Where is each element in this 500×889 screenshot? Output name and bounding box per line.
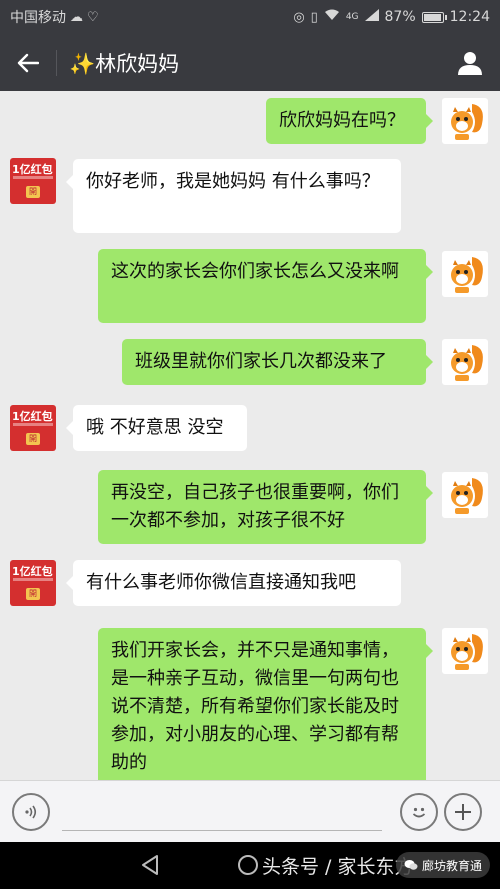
avatar-label: 1亿红包 [12,565,53,578]
avatar-label: 1亿红包 [12,410,53,423]
message-text: 班级里就你们家长几次都没来了 [135,351,387,372]
wechat-logo-icon [404,860,418,870]
squirrel-avatar-icon [451,478,483,514]
message-text: 我们开家长会，并不只是通知事情，是一种亲子互动，微信里一句两句也说不清楚，所有希… [111,640,399,773]
squirrel-avatar-icon [451,634,483,670]
message-list[interactable]: 欣欣妈妈在吗？ 1亿红包 開 你好老师，我是她妈妈 有什么事吗？ 这次的家长会你… [0,91,500,780]
message-bubble-self[interactable]: 这次的家长会你们家长怎么又没来啊 [98,249,433,323]
message-text: 这次的家长会你们家长怎么又没来啊 [111,261,399,282]
message-row: 班级里就你们家长几次都没来了 [0,335,500,391]
heart-icon: ♡ [87,9,99,25]
back-button[interactable] [0,34,56,91]
plus-icon [455,803,471,820]
message-bubble-self[interactable]: 我们开家长会，并不只是通知事情，是一种亲子互动，微信里一句两句也说不清楚，所有希… [98,628,433,780]
contact-avatar[interactable]: 1亿红包 開 [10,560,56,606]
contact-avatar[interactable]: 1亿红包 開 [10,158,56,204]
location-icon: ◎ [293,9,305,25]
arrow-left-icon [17,53,39,72]
watermark-badge: 廊坊教育通 [395,852,490,878]
message-text: 你好老师，我是她妈妈 有什么事吗？ [86,171,380,192]
voice-icon [25,805,37,818]
avatar-label: 1亿红包 [12,163,53,176]
self-avatar[interactable] [442,251,488,297]
redpack-open-icon: 開 [26,433,40,445]
watermark-badge-label: 廊坊教育通 [421,858,482,873]
cloud-icon: ☁ [70,9,83,25]
message-row: 1亿红包 開 有什么事老师你微信直接通知我吧 [0,556,500,616]
emoji-button[interactable] [400,792,438,831]
wifi-icon [324,9,340,25]
avatar-subtext-bar [13,176,53,179]
message-row: 1亿红包 開 你好老师，我是她妈妈 有什么事吗？ [0,157,500,241]
network-type: 4G [345,12,359,22]
more-options-button[interactable] [444,792,482,831]
message-input[interactable] [62,793,382,831]
vibrate-icon: ▯ [310,9,318,25]
message-bubble-self[interactable]: 欣欣妈妈在吗？ [266,98,433,144]
message-row: 欣欣妈妈在吗？ [0,91,500,153]
redpack-open-icon: 開 [26,186,40,198]
contact-avatar[interactable]: 1亿红包 開 [10,405,56,451]
triangle-back-icon [142,855,158,875]
contact-profile-button[interactable] [440,34,500,91]
voice-input-button[interactable] [12,792,50,831]
redpack-open-icon: 開 [26,588,40,600]
message-bubble-contact[interactable]: 哦 不好意思 没空 [66,405,247,451]
person-icon [458,51,482,75]
battery-percent: 87% [384,9,416,25]
chat-header: ✨林欣妈妈 [0,34,500,91]
message-text: 有什么事老师你微信直接通知我吧 [86,572,356,593]
message-text: 再没空，自己孩子也很重要啊，你们一次都不参加，对孩子很不好 [111,482,399,531]
message-row: 再没空，自己孩子也很重要啊，你们一次都不参加，对孩子很不好 [0,466,500,550]
title-divider [56,49,57,76]
squirrel-avatar-icon [451,257,483,293]
squirrel-avatar-icon [451,104,483,140]
signal-icon [364,9,379,25]
nav-home-button[interactable] [238,855,258,875]
squirrel-avatar-icon [451,345,483,381]
smiley-icon [412,807,426,817]
status-bar: 中国移动 ☁ ♡ ◎ ▯ 4G 87% 12:24 [0,0,500,34]
message-bubble-self[interactable]: 班级里就你们家长几次都没来了 [122,339,433,385]
self-avatar[interactable] [442,472,488,518]
nav-back-button[interactable] [140,854,160,880]
carrier-label: 中国移动 [10,10,66,26]
self-avatar[interactable] [442,628,488,674]
battery-icon [421,11,447,23]
input-bar [0,780,500,842]
message-bubble-contact[interactable]: 有什么事老师你微信直接通知我吧 [66,560,401,606]
chat-title: ✨林欣妈妈 [69,51,180,76]
message-row: 我们开家长会，并不只是通知事情，是一种亲子互动，微信里一句两句也说不清楚，所有希… [0,626,500,780]
message-row: 1亿红包 開 哦 不好意思 没空 [0,401,500,461]
message-text: 哦 不好意思 没空 [86,417,224,438]
message-bubble-contact[interactable]: 你好老师，我是她妈妈 有什么事吗？ [66,159,401,233]
message-text: 欣欣妈妈在吗？ [279,110,405,131]
avatar-subtext-bar [13,423,53,426]
message-row: 这次的家长会你们家长怎么又没来啊 [0,246,500,326]
watermark-text: 头条号 / 家长东方 [262,856,414,878]
self-avatar[interactable] [442,98,488,144]
avatar-subtext-bar [13,578,53,581]
clock: 12:24 [449,9,490,25]
message-bubble-self[interactable]: 再没空，自己孩子也很重要啊，你们一次都不参加，对孩子很不好 [98,470,433,544]
self-avatar[interactable] [442,339,488,385]
android-nav-bar: 头条号 / 家长东方 廊坊教育通 [0,842,500,889]
